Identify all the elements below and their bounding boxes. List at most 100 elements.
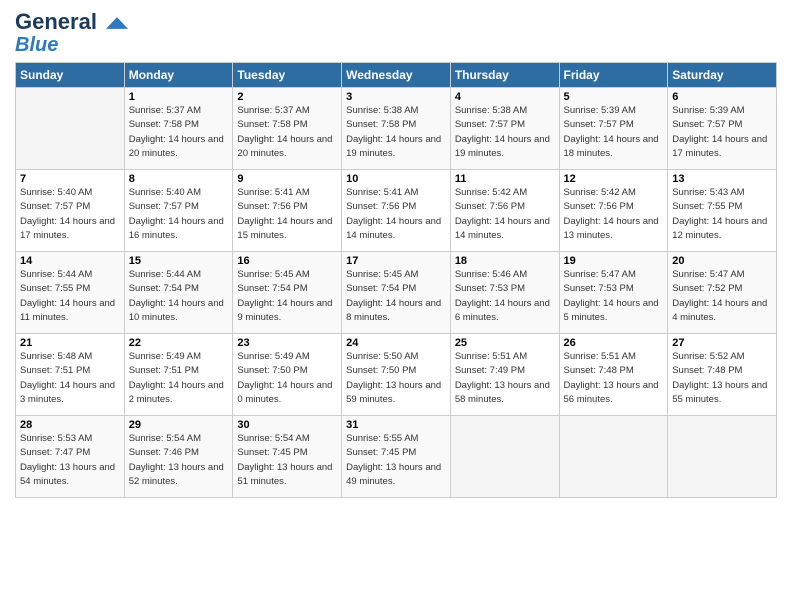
day-info: Sunrise: 5:50 AMSunset: 7:50 PMDaylight:… [346,350,446,407]
logo: General Blue [15,10,128,56]
calendar-cell: 16Sunrise: 5:45 AMSunset: 7:54 PMDayligh… [233,252,342,334]
weekday-header-saturday: Saturday [668,63,777,88]
day-info: Sunrise: 5:38 AMSunset: 7:57 PMDaylight:… [455,104,555,161]
day-number: 9 [237,173,337,185]
calendar-week-1: 1Sunrise: 5:37 AMSunset: 7:58 PMDaylight… [16,88,777,170]
page-header: General Blue [15,10,777,56]
calendar-cell: 18Sunrise: 5:46 AMSunset: 7:53 PMDayligh… [450,252,559,334]
day-number: 11 [455,173,555,185]
day-number: 6 [672,91,772,103]
day-number: 8 [129,173,229,185]
calendar-cell: 4Sunrise: 5:38 AMSunset: 7:57 PMDaylight… [450,88,559,170]
day-info: Sunrise: 5:42 AMSunset: 7:56 PMDaylight:… [455,186,555,243]
calendar-cell: 25Sunrise: 5:51 AMSunset: 7:49 PMDayligh… [450,334,559,416]
day-info: Sunrise: 5:49 AMSunset: 7:50 PMDaylight:… [237,350,337,407]
day-info: Sunrise: 5:38 AMSunset: 7:58 PMDaylight:… [346,104,446,161]
day-info: Sunrise: 5:51 AMSunset: 7:48 PMDaylight:… [564,350,664,407]
weekday-header-monday: Monday [124,63,233,88]
calendar-cell: 12Sunrise: 5:42 AMSunset: 7:56 PMDayligh… [559,170,668,252]
day-info: Sunrise: 5:39 AMSunset: 7:57 PMDaylight:… [564,104,664,161]
day-info: Sunrise: 5:45 AMSunset: 7:54 PMDaylight:… [237,268,337,325]
day-info: Sunrise: 5:39 AMSunset: 7:57 PMDaylight:… [672,104,772,161]
day-number: 31 [346,419,446,431]
day-number: 24 [346,337,446,349]
day-info: Sunrise: 5:53 AMSunset: 7:47 PMDaylight:… [20,432,120,489]
day-info: Sunrise: 5:47 AMSunset: 7:53 PMDaylight:… [564,268,664,325]
day-number: 17 [346,255,446,267]
calendar-cell: 26Sunrise: 5:51 AMSunset: 7:48 PMDayligh… [559,334,668,416]
calendar-cell: 23Sunrise: 5:49 AMSunset: 7:50 PMDayligh… [233,334,342,416]
day-number: 7 [20,173,120,185]
calendar-cell: 29Sunrise: 5:54 AMSunset: 7:46 PMDayligh… [124,416,233,498]
weekday-header-wednesday: Wednesday [342,63,451,88]
day-number: 23 [237,337,337,349]
day-info: Sunrise: 5:47 AMSunset: 7:52 PMDaylight:… [672,268,772,325]
day-info: Sunrise: 5:44 AMSunset: 7:55 PMDaylight:… [20,268,120,325]
weekday-header-thursday: Thursday [450,63,559,88]
day-number: 13 [672,173,772,185]
calendar-cell [450,416,559,498]
day-number: 5 [564,91,664,103]
day-info: Sunrise: 5:41 AMSunset: 7:56 PMDaylight:… [237,186,337,243]
calendar-week-4: 21Sunrise: 5:48 AMSunset: 7:51 PMDayligh… [16,334,777,416]
day-number: 19 [564,255,664,267]
day-number: 16 [237,255,337,267]
day-info: Sunrise: 5:45 AMSunset: 7:54 PMDaylight:… [346,268,446,325]
calendar-cell [668,416,777,498]
day-info: Sunrise: 5:42 AMSunset: 7:56 PMDaylight:… [564,186,664,243]
calendar-cell: 2Sunrise: 5:37 AMSunset: 7:58 PMDaylight… [233,88,342,170]
calendar-cell: 14Sunrise: 5:44 AMSunset: 7:55 PMDayligh… [16,252,125,334]
calendar-cell: 5Sunrise: 5:39 AMSunset: 7:57 PMDaylight… [559,88,668,170]
calendar-cell: 30Sunrise: 5:54 AMSunset: 7:45 PMDayligh… [233,416,342,498]
calendar-cell: 31Sunrise: 5:55 AMSunset: 7:45 PMDayligh… [342,416,451,498]
day-number: 1 [129,91,229,103]
logo-arrow-icon [106,17,128,29]
calendar-cell: 7Sunrise: 5:40 AMSunset: 7:57 PMDaylight… [16,170,125,252]
calendar-cell: 15Sunrise: 5:44 AMSunset: 7:54 PMDayligh… [124,252,233,334]
weekday-header-sunday: Sunday [16,63,125,88]
calendar-cell: 6Sunrise: 5:39 AMSunset: 7:57 PMDaylight… [668,88,777,170]
day-number: 15 [129,255,229,267]
calendar-cell: 3Sunrise: 5:38 AMSunset: 7:58 PMDaylight… [342,88,451,170]
day-number: 20 [672,255,772,267]
day-number: 26 [564,337,664,349]
day-number: 28 [20,419,120,431]
day-number: 25 [455,337,555,349]
day-info: Sunrise: 5:43 AMSunset: 7:55 PMDaylight:… [672,186,772,243]
calendar-cell: 8Sunrise: 5:40 AMSunset: 7:57 PMDaylight… [124,170,233,252]
calendar-cell: 21Sunrise: 5:48 AMSunset: 7:51 PMDayligh… [16,334,125,416]
day-info: Sunrise: 5:49 AMSunset: 7:51 PMDaylight:… [129,350,229,407]
day-number: 29 [129,419,229,431]
day-info: Sunrise: 5:48 AMSunset: 7:51 PMDaylight:… [20,350,120,407]
logo-text: General [15,10,128,34]
day-info: Sunrise: 5:40 AMSunset: 7:57 PMDaylight:… [20,186,120,243]
day-info: Sunrise: 5:41 AMSunset: 7:56 PMDaylight:… [346,186,446,243]
logo-blue-text: Blue [15,34,58,56]
day-info: Sunrise: 5:44 AMSunset: 7:54 PMDaylight:… [129,268,229,325]
day-number: 2 [237,91,337,103]
calendar-cell: 27Sunrise: 5:52 AMSunset: 7:48 PMDayligh… [668,334,777,416]
calendar-table: SundayMondayTuesdayWednesdayThursdayFrid… [15,62,777,498]
day-info: Sunrise: 5:54 AMSunset: 7:46 PMDaylight:… [129,432,229,489]
calendar-week-2: 7Sunrise: 5:40 AMSunset: 7:57 PMDaylight… [16,170,777,252]
day-number: 18 [455,255,555,267]
calendar-cell: 22Sunrise: 5:49 AMSunset: 7:51 PMDayligh… [124,334,233,416]
weekday-header-tuesday: Tuesday [233,63,342,88]
day-number: 30 [237,419,337,431]
calendar-cell: 9Sunrise: 5:41 AMSunset: 7:56 PMDaylight… [233,170,342,252]
calendar-week-5: 28Sunrise: 5:53 AMSunset: 7:47 PMDayligh… [16,416,777,498]
calendar-cell [16,88,125,170]
calendar-cell: 28Sunrise: 5:53 AMSunset: 7:47 PMDayligh… [16,416,125,498]
calendar-cell: 17Sunrise: 5:45 AMSunset: 7:54 PMDayligh… [342,252,451,334]
day-info: Sunrise: 5:37 AMSunset: 7:58 PMDaylight:… [129,104,229,161]
calendar-cell: 20Sunrise: 5:47 AMSunset: 7:52 PMDayligh… [668,252,777,334]
day-number: 4 [455,91,555,103]
day-info: Sunrise: 5:52 AMSunset: 7:48 PMDaylight:… [672,350,772,407]
calendar-cell: 13Sunrise: 5:43 AMSunset: 7:55 PMDayligh… [668,170,777,252]
calendar-cell: 24Sunrise: 5:50 AMSunset: 7:50 PMDayligh… [342,334,451,416]
day-number: 14 [20,255,120,267]
calendar-cell [559,416,668,498]
calendar-cell: 1Sunrise: 5:37 AMSunset: 7:58 PMDaylight… [124,88,233,170]
calendar-week-3: 14Sunrise: 5:44 AMSunset: 7:55 PMDayligh… [16,252,777,334]
day-number: 21 [20,337,120,349]
